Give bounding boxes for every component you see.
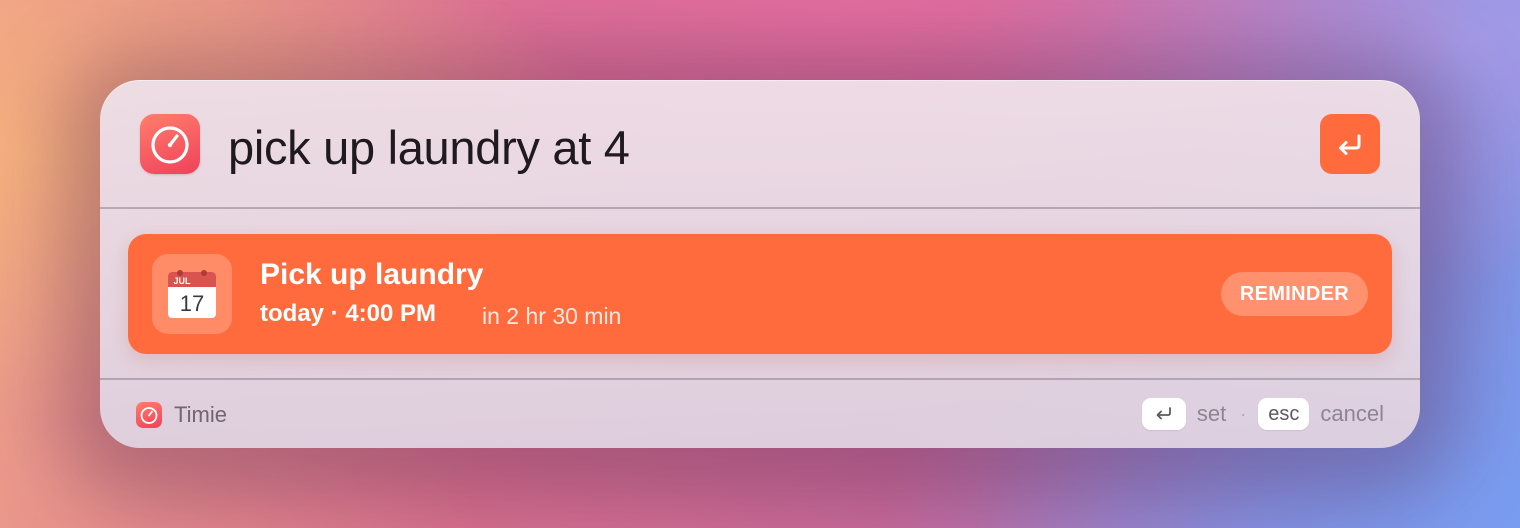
- divider: [100, 207, 1420, 209]
- submit-button[interactable]: [1320, 114, 1380, 174]
- search-row: pick up laundry at 4: [100, 80, 1420, 208]
- calendar-icon: JUL 17: [168, 270, 216, 318]
- app-icon: [140, 114, 200, 174]
- enter-key[interactable]: [1141, 398, 1186, 430]
- result-datetime: today · 4:00 PM: [260, 300, 437, 327]
- stopwatch-icon: [151, 126, 189, 164]
- footer: Timie set · esc cancel: [100, 380, 1420, 448]
- set-hint-label: set: [1196, 401, 1227, 426]
- stopwatch-icon: [140, 407, 158, 424]
- search-input[interactable]: pick up laundry at 4: [228, 118, 630, 178]
- reminder-badge: REMINDER: [1220, 272, 1368, 316]
- footer-app-name: Timie: [174, 402, 227, 427]
- calendar-day: 17: [180, 291, 204, 316]
- cancel-hint-label: cancel: [1320, 401, 1384, 426]
- footer-app-icon: [136, 402, 162, 428]
- return-arrow-icon: [1339, 134, 1361, 155]
- calendar-month: JUL: [173, 276, 191, 286]
- hint-separator: ·: [1240, 403, 1247, 424]
- return-arrow-icon: [1156, 407, 1171, 420]
- keyboard-hints: set · esc cancel: [1141, 397, 1384, 431]
- calendar-tile: JUL 17: [152, 254, 232, 334]
- esc-key[interactable]: esc: [1258, 398, 1310, 430]
- result-title: Pick up laundry: [260, 258, 484, 291]
- result-item[interactable]: JUL 17 Pick up laundry today · 4:00 PM i…: [128, 234, 1392, 354]
- launcher-panel: pick up laundry at 4 JUL 17 Pick up laun…: [100, 80, 1420, 448]
- result-relative-time: in 2 hr 30 min: [482, 303, 622, 329]
